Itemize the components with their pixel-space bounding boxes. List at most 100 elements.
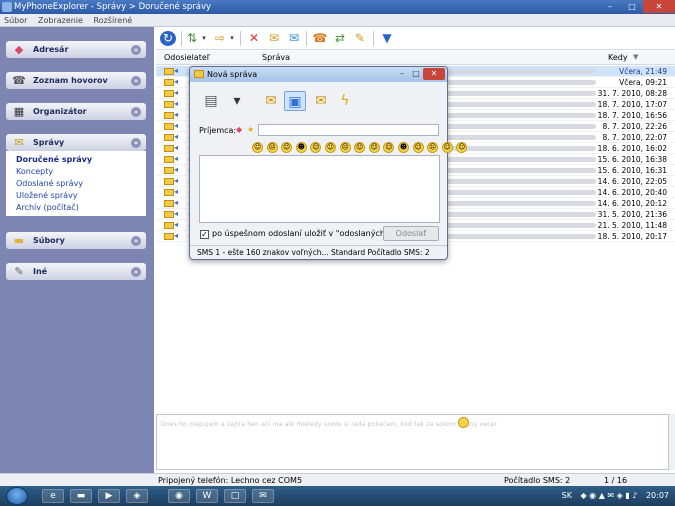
folder-saved[interactable]: Uložené správy <box>16 190 146 202</box>
minimize-button[interactable]: – <box>599 0 621 13</box>
message-folders: Doručené správy Koncepty Odoslané správy… <box>6 151 146 216</box>
dialog-maximize-button[interactable]: □ <box>409 68 423 80</box>
window-controls: – □ ✕ <box>599 0 675 14</box>
emoticon-icon[interactable]: ☹ <box>339 142 351 153</box>
filter-icon[interactable]: ▼ <box>379 31 395 46</box>
save-icon[interactable]: ▾ <box>226 91 248 111</box>
recipients-input[interactable] <box>258 124 439 136</box>
chevron-down-icon[interactable]: ▾ <box>200 31 208 46</box>
language-indicator[interactable]: SK <box>562 486 572 506</box>
chevron-down-icon[interactable]: » <box>131 45 141 55</box>
emoticon-icon[interactable]: ☹ <box>266 142 278 153</box>
forward-icon[interactable]: ✉ <box>286 31 302 46</box>
sync-icon[interactable]: ⇅ <box>184 31 200 46</box>
export-icon[interactable]: ⇨ <box>212 31 228 46</box>
send-button[interactable]: Odoslať <box>383 226 439 241</box>
message-date: 8. 7. 2010, 22:07 <box>602 133 667 142</box>
taskbar-media-icon[interactable]: ▶ <box>98 489 120 503</box>
envelope-icon <box>164 134 174 141</box>
chevron-down-icon[interactable]: » <box>131 76 141 86</box>
sidebar-item-call-list[interactable]: ☎ Zoznam hovorov » <box>6 72 146 89</box>
organizer-icon: ▦ <box>13 105 25 118</box>
taskbar-window-icon[interactable]: □ <box>224 489 246 503</box>
refresh-icon[interactable]: ↻ <box>160 31 176 46</box>
sidebar-item-other[interactable]: ✎ Iné » <box>6 263 146 280</box>
sidebar-item-messages[interactable]: ✉ Správy « <box>6 134 146 151</box>
print-icon[interactable]: ▤ <box>200 91 222 111</box>
envelope-icon <box>164 101 174 108</box>
folder-sent[interactable]: Odoslané správy <box>16 178 146 190</box>
sidebar-item-label: Adresár <box>33 45 69 54</box>
chevron-down-icon[interactable]: » <box>131 267 141 277</box>
taskbar-chrome-icon[interactable]: ◉ <box>168 489 190 503</box>
menu-advanced[interactable]: Rozšírené <box>90 14 137 27</box>
menu-file[interactable]: Súbor <box>0 14 31 27</box>
message-date: 14. 6. 2010, 20:12 <box>597 199 667 208</box>
folder-archive[interactable]: Archív (počítač) <box>16 202 146 214</box>
column-date[interactable]: Kedy <box>608 53 628 62</box>
chat-icon[interactable]: ✎ <box>352 31 368 46</box>
reply-icon[interactable]: ✉ <box>266 31 282 46</box>
start-button[interactable] <box>6 487 28 505</box>
emoticon-icon[interactable]: ☺ <box>281 142 293 153</box>
emoticon-icon[interactable]: ☺ <box>252 142 263 153</box>
toolbar-separator <box>240 31 241 46</box>
dialog-minimize-button[interactable]: – <box>395 68 409 80</box>
open-icon[interactable]: ✉ <box>260 91 282 111</box>
message-blurred <box>446 212 596 217</box>
chevron-down-icon[interactable]: » <box>131 107 141 117</box>
sidebar-item-organizer[interactable]: ▦ Organizátor » <box>6 103 146 120</box>
emoticon-icon[interactable]: ☻ <box>398 142 409 153</box>
folder-inbox[interactable]: Doručené správy <box>16 154 146 166</box>
sidebar-item-files[interactable]: ▬ Súbory » <box>6 232 146 249</box>
chevron-down-icon[interactable]: » <box>131 236 141 246</box>
star-icon[interactable]: ★ <box>247 125 254 134</box>
emoticon-icon[interactable]: ☻ <box>295 142 307 153</box>
menu-view[interactable]: Zobrazenie <box>34 14 87 27</box>
sidebar-item-contacts[interactable]: ◆ Adresár » <box>6 41 146 58</box>
taskbar-app-icon[interactable]: ◈ <box>126 489 148 503</box>
chevron-down-icon[interactable]: ▾ <box>228 31 236 46</box>
incoming-arrow-icon: ◂ <box>174 110 179 119</box>
contacts-icon[interactable]: ◆ <box>236 125 242 134</box>
taskbar-phone-icon[interactable]: ✉ <box>252 489 274 503</box>
preview-scrollbar[interactable] <box>669 414 675 470</box>
maximize-button[interactable]: □ <box>621 0 643 13</box>
app-icon <box>2 2 12 12</box>
emoticon-icon[interactable]: ☺ <box>310 142 322 153</box>
emoticon-icon[interactable]: ☺ <box>354 142 366 153</box>
message-textarea[interactable] <box>199 155 440 223</box>
envelope-icon <box>164 211 174 218</box>
emoticon-icon[interactable]: ☺ <box>383 142 395 153</box>
exchange-icon[interactable]: ⇄ <box>332 31 348 46</box>
incoming-arrow-icon: ◂ <box>174 187 179 196</box>
attach-icon[interactable]: ✉ <box>310 91 332 111</box>
taskbar-ie-icon[interactable]: e <box>42 489 64 503</box>
taskbar-explorer-icon[interactable]: ▬ <box>70 489 92 503</box>
emoticon-icon[interactable]: ☺ <box>368 142 380 153</box>
save-sent-checkbox[interactable]: ✓ <box>200 230 209 239</box>
tray-icons[interactable]: ◆ ◉ ▲ ✉ ◈ ▮ ♪ <box>580 486 637 506</box>
sidebar-item-label: Zoznam hovorov <box>33 76 108 85</box>
column-message[interactable]: Správa <box>262 53 290 62</box>
emoticon-icon[interactable]: ☺ <box>441 142 453 153</box>
emoticon-icon[interactable]: ☹ <box>427 142 439 153</box>
chevron-up-icon[interactable]: « <box>131 138 141 148</box>
clock[interactable]: 20:07 <box>646 486 669 506</box>
incoming-arrow-icon: ◂ <box>174 77 179 86</box>
close-button[interactable]: ✕ <box>643 0 675 13</box>
template-icon[interactable]: ▣ <box>284 91 306 111</box>
emoticon-icon[interactable]: ☺ <box>325 142 336 153</box>
toolbar-separator <box>181 31 182 46</box>
envelope-icon <box>164 189 174 196</box>
call-icon[interactable]: ☎ <box>312 31 328 46</box>
taskbar-word-icon[interactable]: W <box>196 489 218 503</box>
flash-sms-icon[interactable]: ϟ <box>334 91 356 111</box>
message-date: 21. 5. 2010, 11:48 <box>597 221 667 230</box>
delete-icon[interactable]: ✕ <box>246 31 262 46</box>
folder-drafts[interactable]: Koncepty <box>16 166 146 178</box>
column-sender[interactable]: Odosielateľ <box>164 53 210 62</box>
dialog-close-button[interactable]: ✕ <box>423 68 445 80</box>
incoming-arrow-icon: ◂ <box>174 231 179 240</box>
emoticon-icon[interactable]: ☺ <box>412 142 424 153</box>
